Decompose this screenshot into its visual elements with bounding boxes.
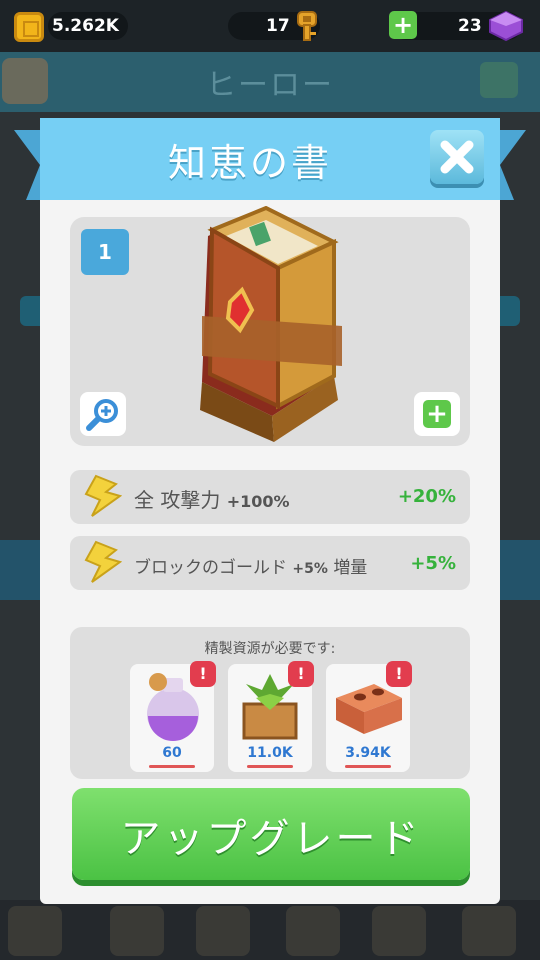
stat-value: +100% xyxy=(226,492,290,511)
add-gems-icon[interactable]: + xyxy=(389,11,417,39)
brick-icon xyxy=(336,684,402,734)
alert-badge: ! xyxy=(288,661,314,687)
resources-title: 精製資源が必要です: xyxy=(204,641,336,657)
gem-icon xyxy=(489,10,523,42)
stat-bonus: +20% xyxy=(397,486,456,507)
plus-icon: + xyxy=(423,400,451,428)
gold-amount: 5.262K xyxy=(52,16,119,36)
chest-tab[interactable] xyxy=(286,906,340,956)
gift-tab[interactable] xyxy=(372,906,426,956)
resource-amount: 60 xyxy=(162,745,182,761)
resource-underline xyxy=(247,765,293,768)
resource-underline xyxy=(149,765,195,768)
dialog-title: 知恵の書 xyxy=(167,141,332,185)
zoom-button[interactable] xyxy=(80,392,126,436)
close-button[interactable] xyxy=(430,130,484,184)
key-count: 17 xyxy=(266,16,290,36)
lightning-icon xyxy=(84,540,122,583)
close-icon xyxy=(440,140,474,174)
background-title: ヒーロー xyxy=(206,68,334,103)
stat-bonus: +5% xyxy=(410,553,456,574)
key-icon xyxy=(297,11,317,41)
zoom-icon xyxy=(86,399,118,431)
background-close-icon xyxy=(480,62,518,98)
gem-tab[interactable] xyxy=(462,906,516,956)
book-of-wisdom-icon xyxy=(200,206,342,442)
level-badge: 1 xyxy=(81,229,129,275)
hero-avatar-tab[interactable] xyxy=(8,906,62,956)
alert-badge: ! xyxy=(190,661,216,687)
bottom-nav-bar xyxy=(0,900,540,960)
plus-button[interactable]: + xyxy=(414,392,460,436)
skull-tab[interactable] xyxy=(110,906,164,956)
stat-name: ブロックのゴールド xyxy=(134,558,287,578)
resource-underline xyxy=(345,765,391,768)
stat-name: 全 攻撃力 xyxy=(134,488,221,512)
lightning-tab[interactable] xyxy=(196,906,250,956)
lightning-icon xyxy=(84,474,122,517)
stat-value: +5% xyxy=(292,561,328,577)
stat-label: ブロックのゴールド +5% 増量 xyxy=(134,553,367,578)
gold-coin-icon xyxy=(14,12,44,42)
upgrade-label: アップグレード xyxy=(120,816,422,862)
stat-suffix: 増量 xyxy=(333,558,368,578)
stat-label: 全 攻撃力 +100% xyxy=(134,484,290,513)
alert-badge: ! xyxy=(386,661,412,687)
gem-count: 23 xyxy=(458,16,482,36)
resource-amount: 11.0K xyxy=(247,745,293,761)
resource-amount: 3.94K xyxy=(345,745,391,761)
